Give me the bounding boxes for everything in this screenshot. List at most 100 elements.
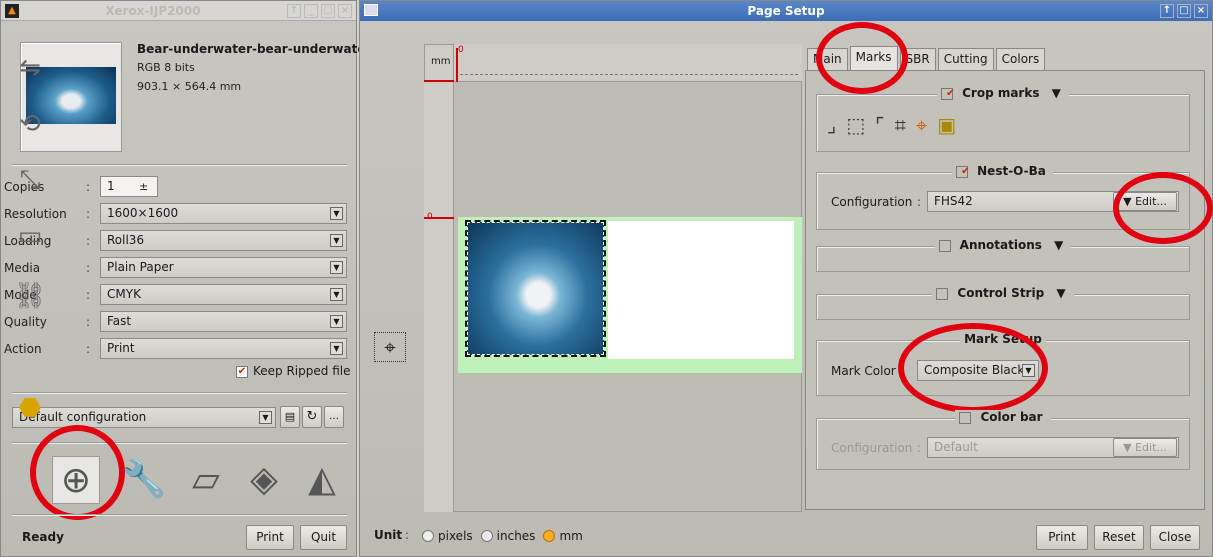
chevron-down-icon[interactable]: ▼ [330,315,343,328]
more-config-button[interactable]: … [324,406,344,428]
action-select[interactable]: Print ▼ [100,338,347,359]
frame-icon[interactable]: ▣ [937,113,956,137]
media-select[interactable]: Plain Paper ▼ [100,257,347,278]
tab-cutting[interactable]: Cutting [937,48,994,70]
configuration-select[interactable]: Default configuration ▼ [12,407,276,428]
chevron-down-icon[interactable]: ▼ [330,261,343,274]
mode-value: CMYK [107,287,141,301]
chevron-down-icon[interactable]: ▼ [330,288,343,301]
crop-marks-checkbox[interactable]: ✔ [941,87,954,100]
close-button[interactable]: × [1194,4,1208,18]
nest-label: Nest-O-Ba [973,164,1050,178]
prism-tool-icon[interactable]: ◭ [298,456,346,504]
crop-double-icon[interactable]: ⌗ [895,113,906,137]
print-button[interactable]: Print [246,525,294,550]
minimize-button[interactable]: _ [303,3,318,18]
chevron-down-icon[interactable]: ▼ [1047,86,1065,100]
swatch-tool-icon[interactable]: ◈ [240,456,288,504]
copies-stepper[interactable]: 1 ± [100,176,158,197]
tab-colors[interactable]: Colors [995,48,1046,70]
mark-color-label: Mark Color [831,364,896,378]
control-strip-checkbox[interactable] [936,287,949,300]
save-config-button[interactable]: ▤ [280,406,300,428]
horizontal-ruler [424,44,802,82]
close-button[interactable]: × [337,3,352,18]
scale-tool-icon[interactable]: ⤡ [10,160,50,200]
wrench-tool-icon[interactable]: 🔧 [120,456,168,504]
close-dialog-button[interactable]: Close [1150,525,1200,550]
window-menu-icon[interactable] [364,4,378,16]
media-value: Plain Paper [107,260,174,274]
quality-select[interactable]: Fast ▼ [100,311,347,332]
ruler-marker [424,217,454,219]
tab-sbr[interactable]: SBR [899,48,936,70]
chevron-down-icon[interactable]: ▼ [330,342,343,355]
color-bar-config-label: Configuration [831,441,913,455]
paper-tool-icon[interactable]: ▱ [182,456,230,504]
annotations-checkbox[interactable] [938,239,951,252]
nest-edit-button[interactable]: ▼ Edit... [1113,192,1177,211]
raise-button[interactable]: ↑ [286,3,301,18]
ruler-ticks [460,74,798,75]
pixels-radio[interactable] [422,530,434,542]
chevron-down-icon[interactable]: ▼ [259,411,272,424]
maximize-button[interactable]: □ [1177,4,1191,18]
maximize-button[interactable]: □ [320,3,335,18]
chevron-down-icon[interactable]: ▼ [330,234,343,247]
link-tool-icon[interactable]: ⛓ [10,276,50,316]
unit-label: Unit [374,528,403,542]
check-icon[interactable]: ✔ [236,365,248,378]
quality-value: Fast [107,314,132,328]
main-titlebar: ▲ Xerox-IJP2000 ↑ _ □ × [1,1,356,21]
loading-value: Roll36 [107,233,145,247]
divider [12,514,347,516]
page-setup-tool-icon[interactable]: ⊕ [52,456,100,504]
chevron-down-icon: ▼ [1123,195,1136,208]
marks-tool-icon[interactable]: ⌖ [374,332,406,362]
chevron-down-icon[interactable]: ▼ [1022,364,1035,377]
ellipsis-icon: … [329,411,339,422]
tab-main[interactable]: Main [807,48,848,70]
nesting-tool-icon[interactable]: ⬣ [10,388,50,428]
chevron-down-icon[interactable]: ▼ [1050,238,1068,252]
spin-arrows-icon[interactable]: ± [139,177,148,196]
color-bar-edit-button[interactable]: ▼ Edit... [1113,438,1177,457]
control-strip-group: Control Strip ▼ [816,286,1190,320]
reload-config-button[interactable]: ↻ [302,406,322,428]
chevron-down-icon[interactable]: ▼ [330,207,343,220]
color-bar-label: Color bar [976,410,1047,424]
target-icon[interactable]: ⌖ [916,113,927,137]
tab-marks[interactable]: Marks [849,46,898,70]
inches-radio[interactable] [480,530,493,542]
page-setup-title: Page Setup [747,4,825,18]
resolution-value: 1600×1600 [107,206,179,220]
chevron-down-icon[interactable]: ▼ [1052,286,1070,300]
crop-corner-icon[interactable]: ⌟ [827,113,836,137]
mark-color-select[interactable]: Composite Black ▼ [917,360,1039,381]
chevron-down-icon: ▼ [1123,441,1136,454]
mm-radio[interactable] [543,530,556,542]
raise-button[interactable]: ↑ [1160,4,1174,18]
unit-radio-group: pixels inches mm [422,529,583,543]
mode-select[interactable]: CMYK ▼ [100,284,347,305]
placed-image[interactable] [465,220,606,357]
reset-button[interactable]: Reset [1094,525,1144,550]
rotate-tool-icon[interactable]: ⟲ [10,104,50,144]
print-button[interactable]: Print [1036,525,1088,550]
media-label: Media [4,261,41,275]
flip-tool-icon[interactable]: ⇋ [10,48,50,88]
crop-tool-icon[interactable]: ▭ [10,216,50,256]
loading-select[interactable]: Roll36 ▼ [100,230,347,251]
save-icon: ▤ [284,410,296,423]
nest-checkbox[interactable]: ✔ [956,165,970,178]
ruler-marker [456,48,458,82]
color-bar-checkbox[interactable] [959,411,972,424]
control-strip-label: Control Strip [953,286,1049,300]
crop-outer-icon[interactable]: ⌜ [875,113,884,137]
quit-button[interactable]: Quit [300,525,347,550]
crop-box-icon[interactable]: ⬚ [846,113,865,137]
resolution-select[interactable]: 1600×1600 ▼ [100,203,347,224]
status-text: Ready [22,530,64,544]
keep-ripped-checkbox[interactable]: ✔ Keep Ripped file [236,364,350,378]
color-bar-config-colon: : [917,441,922,455]
